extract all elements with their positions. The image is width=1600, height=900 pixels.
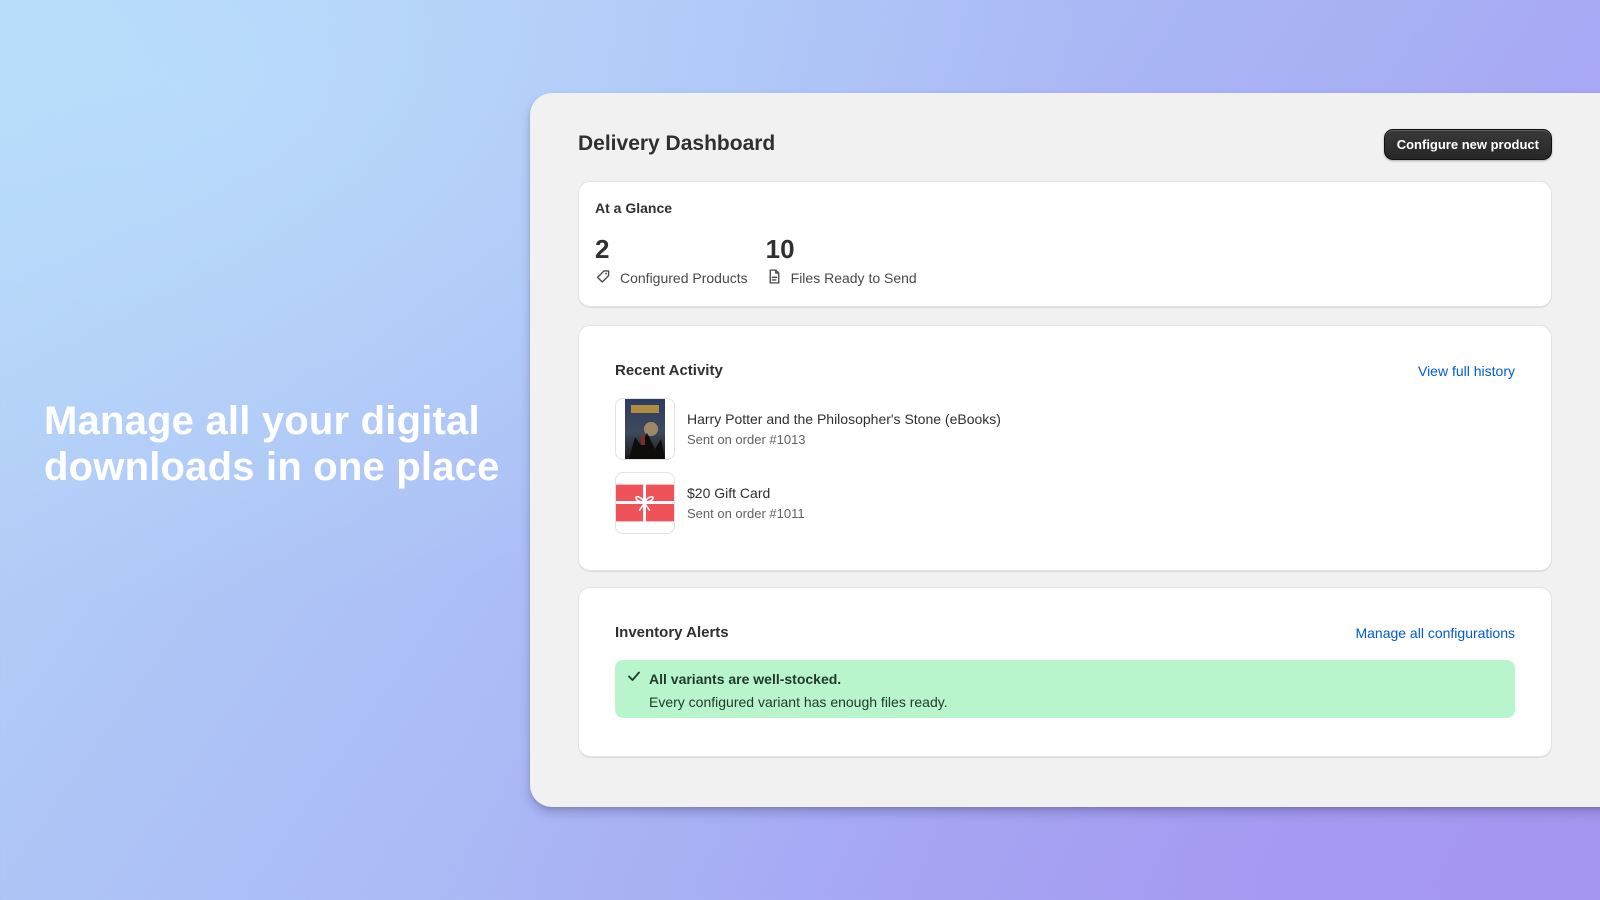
- book-cover-thumbnail: [615, 398, 675, 460]
- activity-item-name: $20 Gift Card: [687, 485, 771, 501]
- page-header: Delivery Dashboard Configure new product: [578, 128, 1552, 160]
- app-window: Delivery Dashboard Configure new product…: [530, 93, 1600, 807]
- at-a-glance-card: At a Glance 2 Configured Products 10 Fil…: [578, 181, 1552, 307]
- stat-files-ready: 10 Files Ready to Send: [766, 234, 917, 288]
- banner-body: Every configured variant has enough file…: [649, 694, 948, 710]
- banner-title: All variants are well-stocked.: [649, 670, 842, 687]
- tag-icon: [595, 268, 612, 288]
- stat-label: Configured Products: [620, 270, 748, 286]
- at-a-glance-title: At a Glance: [595, 200, 673, 216]
- manage-all-configurations-link[interactable]: Manage all configurations: [1355, 625, 1515, 641]
- stats-row: 2 Configured Products 10 Files Ready to …: [595, 234, 917, 288]
- stat-value: 2: [595, 234, 610, 264]
- inventory-alerts-title: Inventory Alerts: [615, 624, 729, 641]
- stat-value: 10: [765, 234, 795, 264]
- gift-card-thumbnail: [615, 472, 675, 534]
- stat-label: Files Ready to Send: [790, 270, 917, 286]
- recent-activity-title: Recent Activity: [615, 362, 723, 379]
- file-icon: [766, 268, 783, 288]
- success-banner: All variants are well-stocked. Every con…: [615, 660, 1515, 718]
- activity-item-name: Harry Potter and the Philosopher's Stone…: [687, 411, 1001, 427]
- marketing-headline: Manage all your digital downloads in one…: [44, 399, 500, 489]
- list-item[interactable]: $20 Gift Card Sent on order #1011: [615, 472, 1001, 534]
- configure-new-product-button[interactable]: Configure new product: [1383, 128, 1552, 160]
- activity-list: Harry Potter and the Philosopher's Stone…: [615, 398, 1001, 546]
- stat-configured-products: 2 Configured Products: [595, 234, 748, 288]
- inventory-alerts-card: Inventory Alerts Manage all configuratio…: [578, 587, 1552, 757]
- recent-activity-card: Recent Activity View full history Harry …: [578, 325, 1552, 571]
- view-full-history-link[interactable]: View full history: [1418, 363, 1515, 379]
- activity-item-order: Sent on order #1013: [687, 432, 806, 447]
- check-icon: [627, 669, 641, 688]
- activity-item-order: Sent on order #1011: [687, 506, 805, 521]
- list-item[interactable]: Harry Potter and the Philosopher's Stone…: [615, 398, 1001, 460]
- page-title: Delivery Dashboard: [578, 132, 776, 155]
